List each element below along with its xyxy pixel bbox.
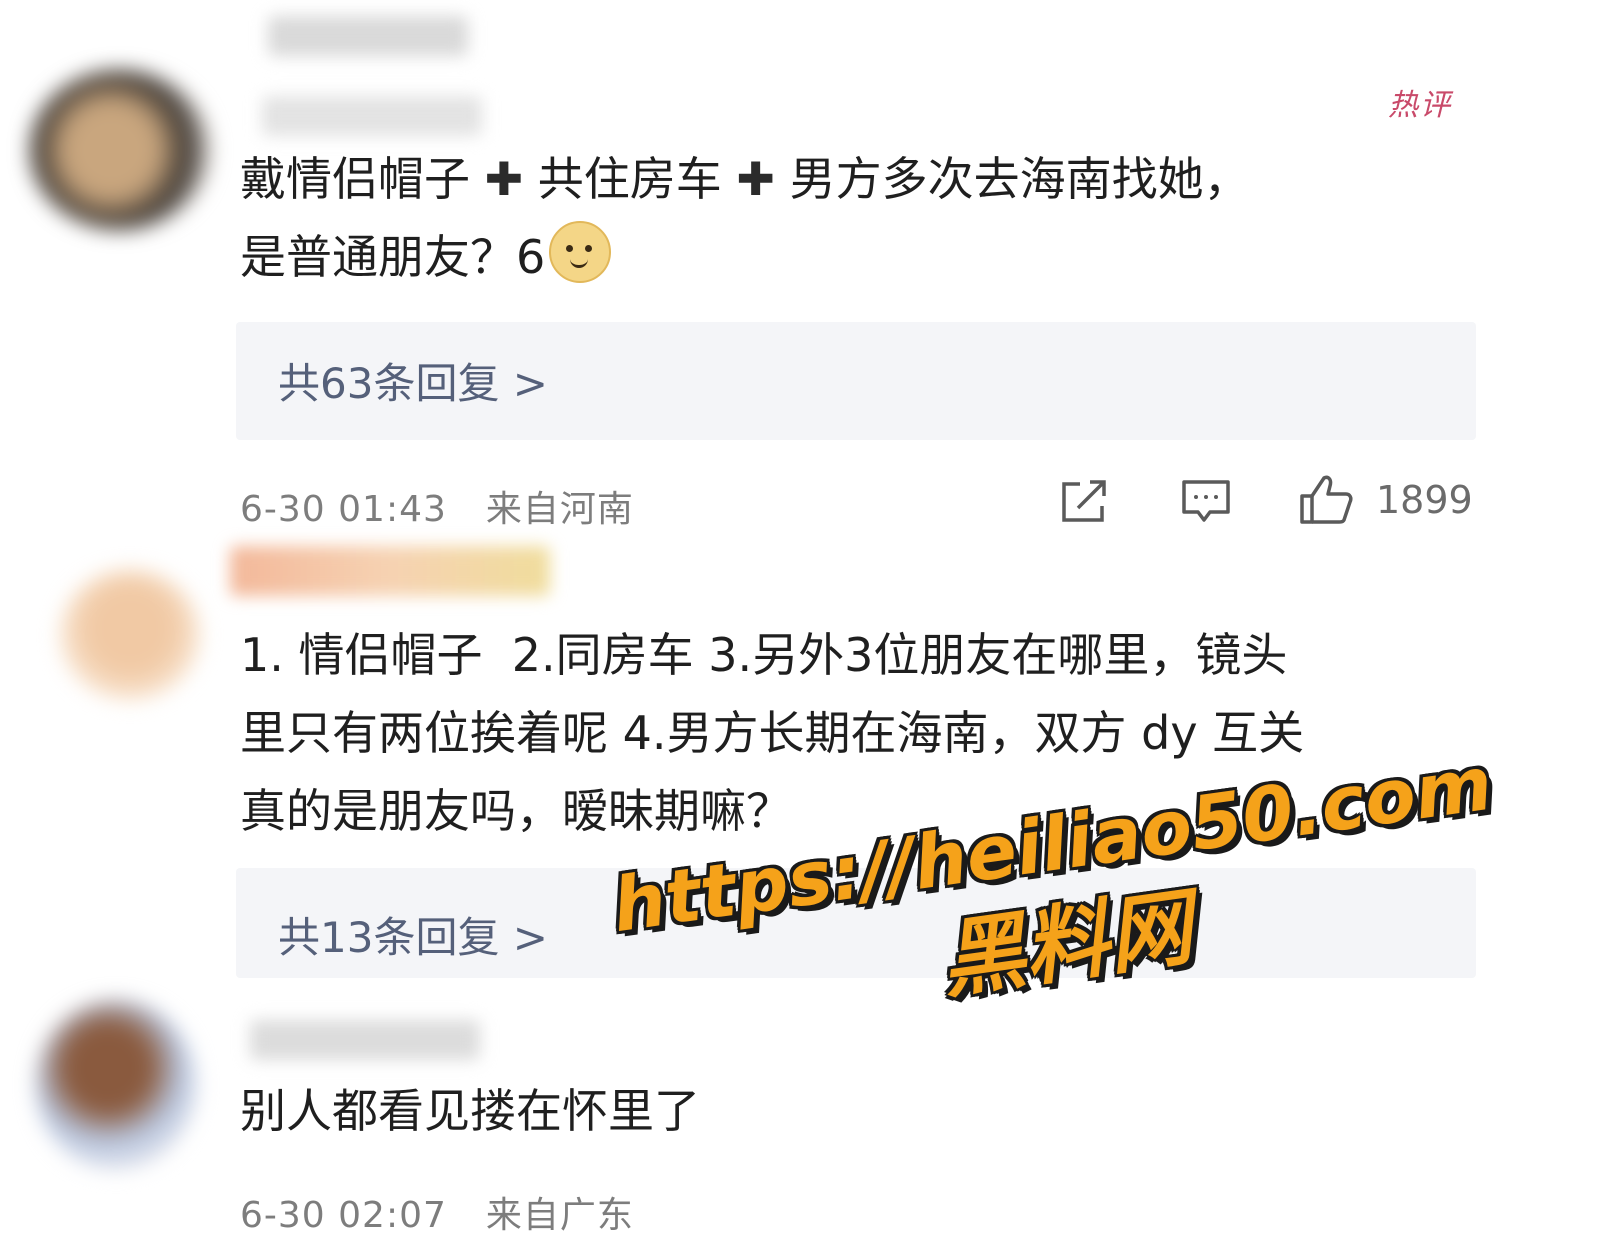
comment-meta: 6-30 02:07 来自广东: [240, 1186, 634, 1238]
share-icon[interactable]: [1058, 478, 1110, 526]
doge-emoji-icon: [549, 221, 612, 283]
location: 来自广东: [485, 1195, 634, 1236]
timestamp: 6-30 01:43: [240, 489, 447, 530]
username-blurred[interactable]: [250, 1020, 480, 1060]
like-count: 1899: [1376, 478, 1473, 522]
username-blurred[interactable]: [268, 16, 468, 56]
comment-text: 别人都看见搂在怀里了: [240, 1084, 700, 1138]
timestamp: 6-30 02:07: [240, 1195, 447, 1236]
thumbs-up-icon[interactable]: [1298, 474, 1354, 526]
avatar[interactable]: [30, 70, 210, 230]
avatar[interactable]: [60, 570, 200, 700]
reply-thread-box[interactable]: 共63条回复 >: [236, 322, 1476, 440]
location: 来自河南: [485, 489, 634, 530]
view-replies-link[interactable]: 共63条回复 >: [278, 350, 548, 411]
comment-text-part2: 共住房车: [523, 152, 737, 206]
username-blurred[interactable]: [230, 546, 550, 596]
plus-icon: ✚: [736, 152, 775, 206]
comment-icon[interactable]: [1180, 478, 1232, 526]
comment-meta: 6-30 01:43 来自河南: [240, 480, 634, 532]
comment-text-part1: 戴情侣帽子: [240, 152, 485, 206]
comment-text: 戴情侣帽子 ✚ 共住房车 ✚ 男方多次去海南找她， 是普通朋友？6: [240, 140, 1500, 296]
avatar[interactable]: [36, 1000, 196, 1170]
plus-icon: ✚: [484, 152, 524, 206]
view-replies-link[interactable]: 共13条回复 >: [278, 904, 548, 965]
hot-comment-badge: 热评: [1388, 88, 1452, 123]
user-subtitle-blurred: [262, 96, 482, 136]
